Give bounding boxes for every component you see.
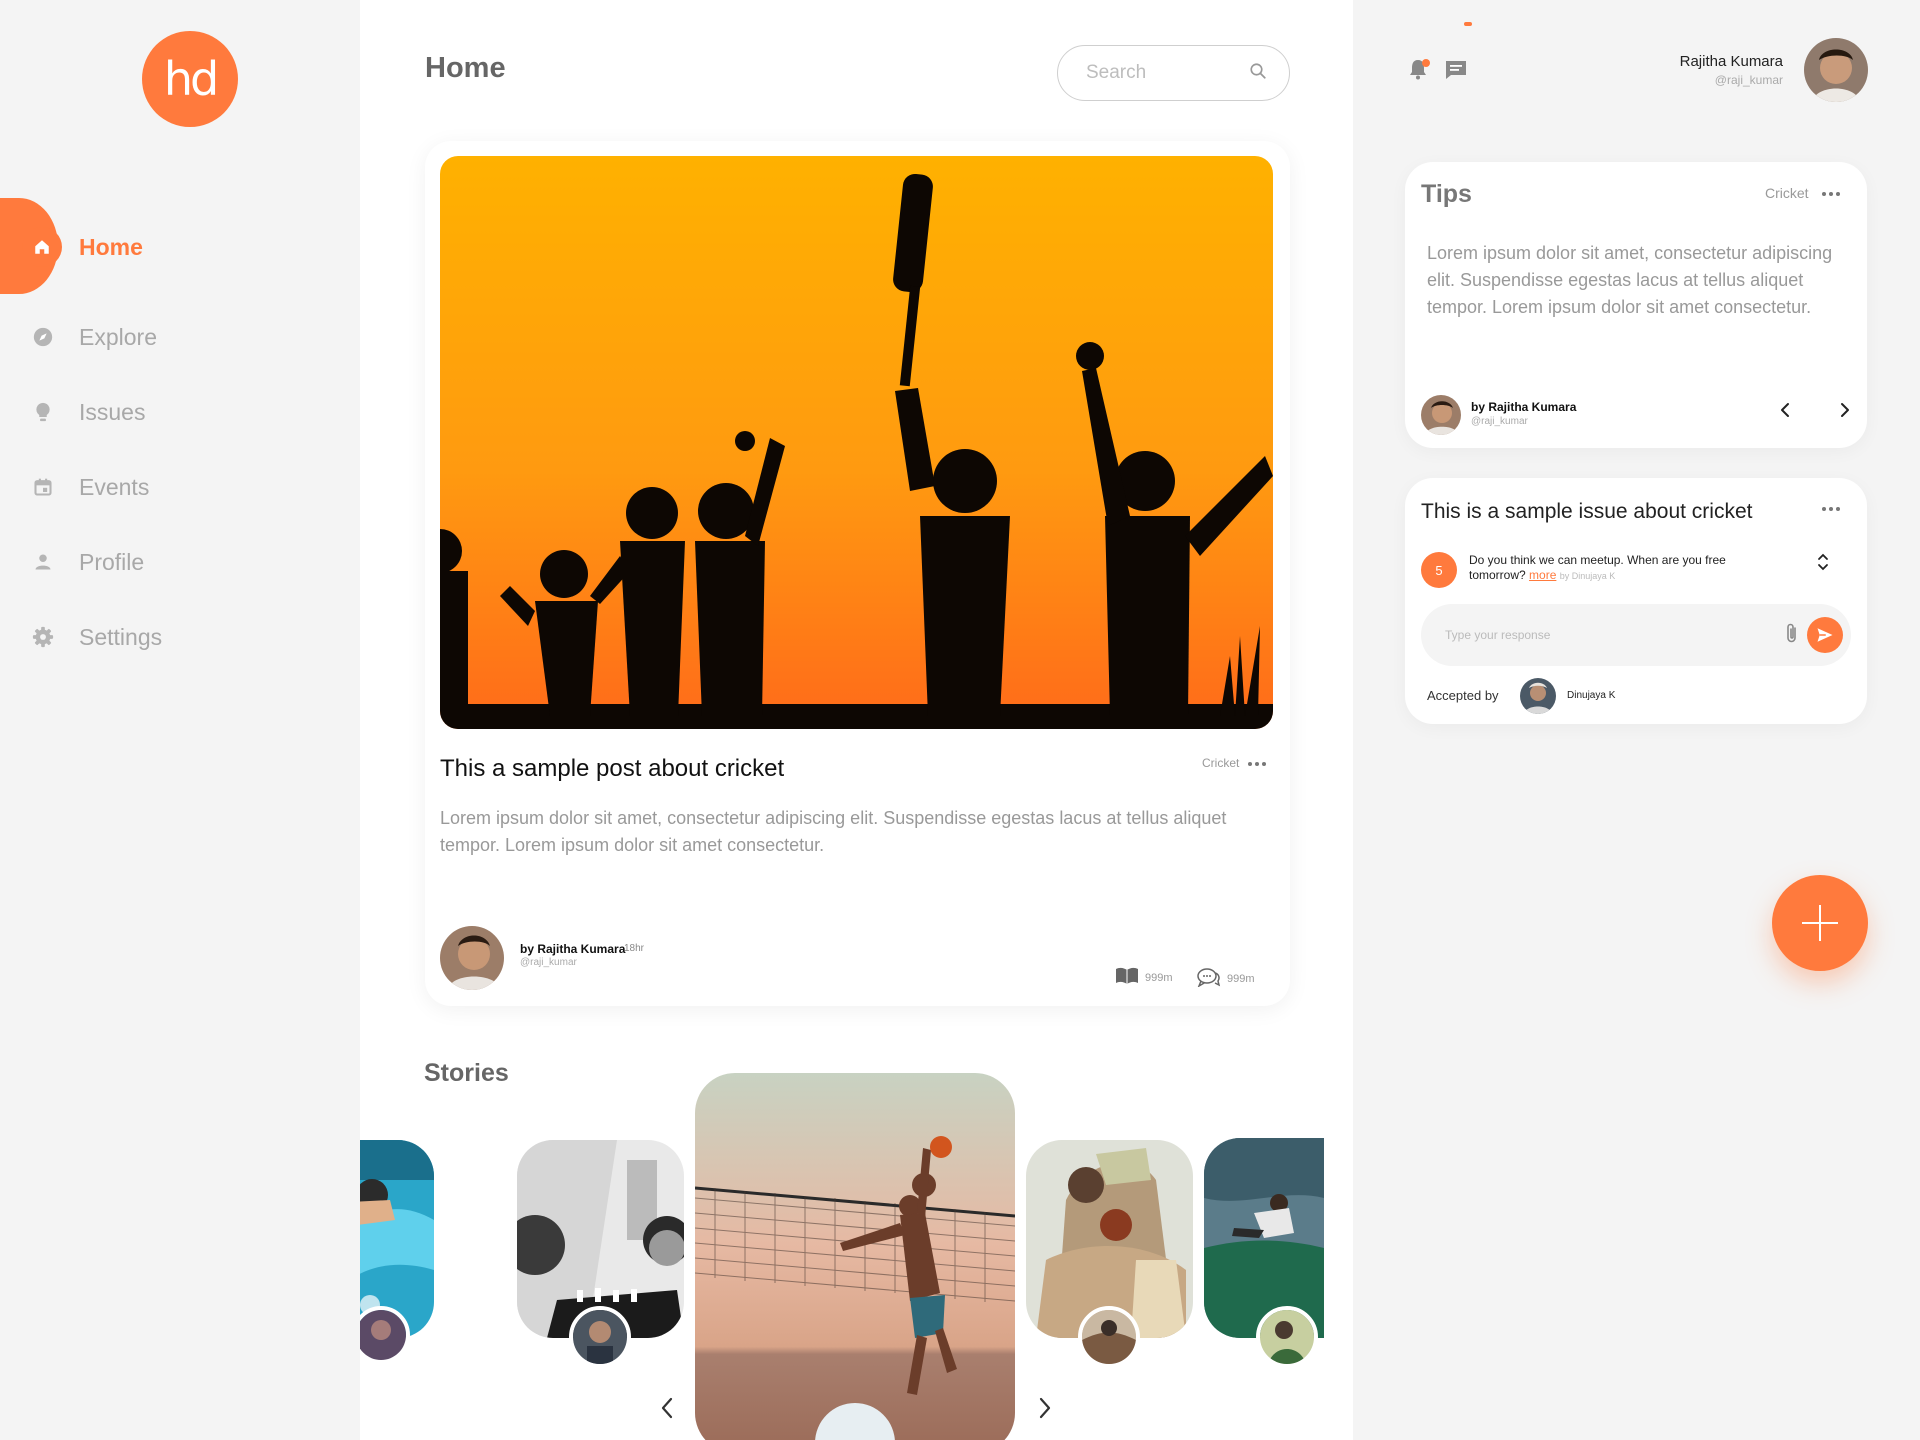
- post-image[interactable]: [440, 156, 1273, 729]
- sidebar-item-label: Home: [79, 233, 143, 260]
- post-card: This a sample post about cricket Cricket…: [425, 141, 1290, 1006]
- post-author-name[interactable]: by Rajitha Kumara: [520, 942, 625, 956]
- sidebar-item-home[interactable]: Home: [0, 222, 300, 272]
- story-avatar[interactable]: [569, 1306, 631, 1368]
- book-icon: [1115, 967, 1139, 988]
- calendar-icon: [32, 476, 54, 498]
- stories-prev-icon[interactable]: [660, 1397, 674, 1424]
- sidebar-item-label: Profile: [79, 548, 145, 575]
- response-box: [1421, 604, 1851, 666]
- app-logo[interactable]: hd: [142, 31, 238, 127]
- tips-tag[interactable]: Cricket: [1765, 185, 1809, 201]
- home-icon: [22, 227, 62, 267]
- stories-next-icon[interactable]: [1038, 1397, 1052, 1424]
- post-more-icon[interactable]: [1248, 762, 1266, 766]
- issue-count-badge: 5: [1421, 552, 1457, 588]
- expand-collapse-icon[interactable]: [1817, 551, 1829, 578]
- search-box[interactable]: [1057, 45, 1290, 101]
- story-card-featured[interactable]: [695, 1073, 1015, 1440]
- add-button[interactable]: [1772, 875, 1868, 971]
- accepted-name[interactable]: Dinujaya K: [1567, 690, 1615, 701]
- tips-more-icon[interactable]: [1822, 192, 1840, 196]
- person-icon: [32, 551, 54, 573]
- post-author-handle: @raji_kumar: [520, 957, 577, 968]
- sidebar-item-events[interactable]: Events: [0, 462, 300, 512]
- tips-next-icon[interactable]: [1840, 402, 1850, 423]
- tips-author-avatar[interactable]: [1421, 395, 1461, 435]
- comments-icon: [1197, 967, 1221, 990]
- accepted-avatar[interactable]: [1520, 678, 1556, 714]
- tips-body: Lorem ipsum dolor sit amet, consectetur …: [1427, 243, 1833, 317]
- sidebar-item-explore[interactable]: Explore: [0, 312, 300, 362]
- indicator-dot: [1464, 22, 1472, 26]
- likes-count: 999m: [1145, 971, 1173, 984]
- sidebar-item-issues[interactable]: Issues: [0, 387, 300, 437]
- page-title: Home: [425, 52, 506, 84]
- sidebar: hd Home Explore Issues Events Profile Se…: [0, 0, 360, 1440]
- right-panel: Rajitha Kumara @raji_kumar Tips Cricket …: [1353, 0, 1920, 1440]
- post-likes[interactable]: 999m: [1115, 967, 1173, 988]
- tips-title: Tips: [1421, 180, 1472, 208]
- lightbulb-icon: [32, 401, 54, 423]
- sidebar-item-label: Explore: [79, 323, 157, 350]
- plus-icon: [1802, 905, 1838, 941]
- post-tag[interactable]: Cricket: [1202, 756, 1239, 770]
- more-link[interactable]: more: [1529, 568, 1556, 582]
- stories-title: Stories: [424, 1059, 509, 1087]
- tips-author-name[interactable]: by Rajitha Kumara: [1471, 400, 1576, 414]
- sidebar-item-settings[interactable]: Settings: [0, 612, 300, 662]
- issue-card: This is a sample issue about cricket 5 D…: [1405, 478, 1867, 724]
- attachment-icon[interactable]: [1785, 622, 1799, 649]
- notification-badge: [1422, 59, 1430, 67]
- sidebar-item-label: Issues: [79, 398, 146, 425]
- post-author-avatar[interactable]: [440, 926, 504, 990]
- accepted-label: Accepted by: [1427, 688, 1499, 703]
- user-name[interactable]: Rajitha Kumara: [1680, 53, 1783, 70]
- response-input[interactable]: [1445, 628, 1765, 642]
- tips-prev-icon[interactable]: [1780, 402, 1790, 423]
- issue-question-author: by Dinujaya K: [1559, 571, 1616, 581]
- send-icon: [1817, 628, 1833, 642]
- tips-card: Tips Cricket Lorem ipsum dolor sit amet,…: [1405, 162, 1867, 448]
- story-avatar[interactable]: [360, 1306, 410, 1364]
- main-content: Home Search This a sample post about cri…: [360, 0, 1353, 1440]
- sidebar-item-label: Settings: [79, 623, 163, 650]
- gear-icon: [32, 626, 54, 648]
- sidebar-item-profile[interactable]: Profile: [0, 537, 300, 587]
- user-avatar[interactable]: [1804, 38, 1868, 102]
- issue-more-icon[interactable]: [1822, 507, 1840, 511]
- messages-icon[interactable]: [1445, 60, 1467, 85]
- story-avatar[interactable]: [1078, 1306, 1140, 1368]
- post-body: Lorem ipsum dolor sit amet, consectetur …: [440, 808, 1227, 855]
- comments-count: 999m: [1227, 972, 1255, 985]
- user-handle: @raji_kumar: [1714, 73, 1783, 87]
- sidebar-item-label: Events: [79, 473, 150, 500]
- post-comments[interactable]: 999m: [1197, 967, 1255, 990]
- issue-title[interactable]: This is a sample issue about cricket: [1421, 500, 1752, 524]
- tips-author-handle: @raji_kumar: [1471, 416, 1528, 427]
- send-button[interactable]: [1807, 617, 1843, 653]
- issue-question: Do you think we can meetup. When are you…: [1469, 553, 1769, 584]
- post-time: 18hr: [624, 943, 645, 954]
- post-title: This a sample post about cricket: [440, 755, 785, 782]
- story-avatar[interactable]: [1256, 1306, 1318, 1368]
- search-icon[interactable]: [1249, 62, 1267, 85]
- compass-icon: [32, 326, 54, 348]
- story-card[interactable]: [1204, 1138, 1324, 1338]
- search-input[interactable]: [1086, 62, 1236, 84]
